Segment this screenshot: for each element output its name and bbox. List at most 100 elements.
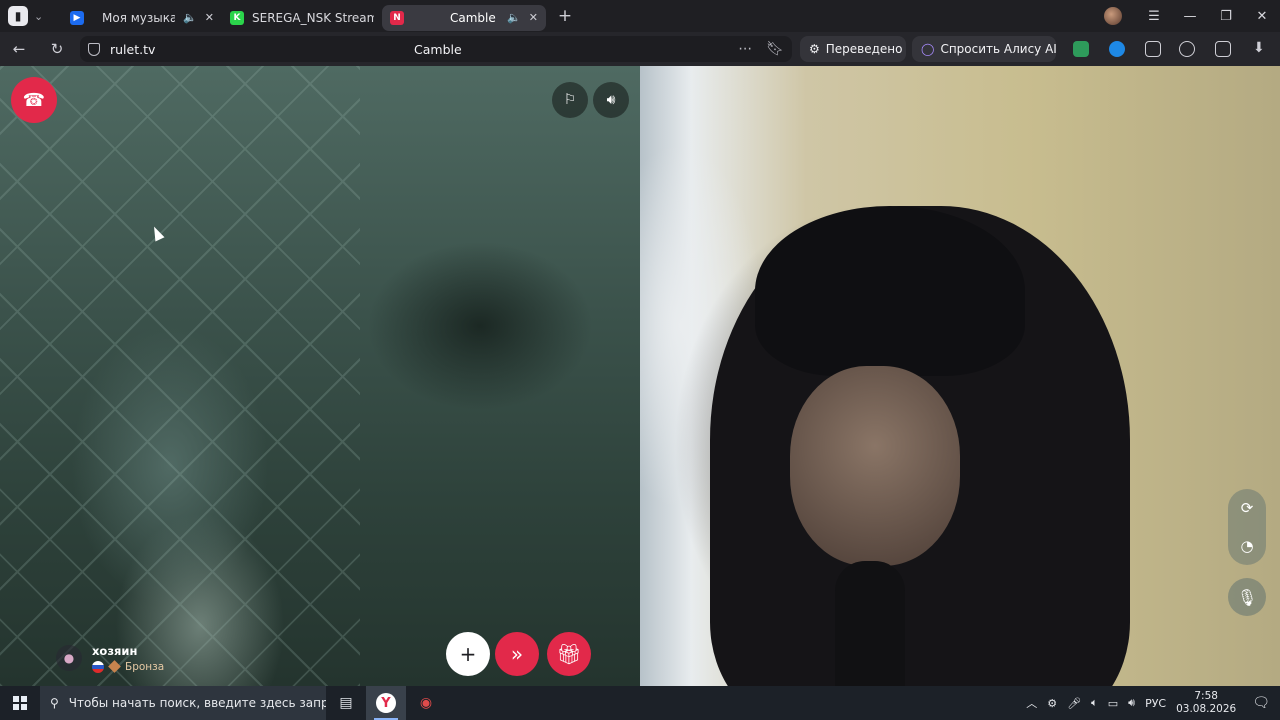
filter-button[interactable]: ◔ [1228,527,1266,565]
tab-close-icon[interactable]: ✕ [205,11,214,24]
ask-alice-button[interactable]: ◯ Спросить Алису AI [912,36,1057,62]
minimize-icon[interactable]: — [1172,9,1208,24]
system-tray: ︿ ⚙ 🎤︎ 🔈︎ ▭ 🔊︎ РУС 7:58 03.08.2026 🗨︎ [1026,686,1280,720]
address-actions: ⋯ 🔖︎ [738,41,784,57]
tab-close-icon[interactable]: ✕ [529,11,538,24]
task-view-button[interactable]: ▤ [326,686,366,720]
face-shape [790,366,960,566]
pinned-favicon-icon: ▶ [70,10,84,25]
partner-rank: Бронза [125,660,165,673]
windows-taskbar: ⚲ Чтобы начать поиск, введите здесь запр… [0,686,1280,720]
clock[interactable]: 7:58 03.08.2026 [1176,690,1236,716]
tab-camble[interactable]: N Camble 🔈 ✕ [382,4,546,31]
phone-hangup-icon: ☎ [22,89,46,111]
tab-pinned[interactable]: ▶ [60,5,94,31]
search-icon: ⚲ [50,696,59,710]
partner-video [0,66,640,686]
protect-extension-icon[interactable] [1073,41,1089,57]
collections-icon[interactable] [1215,41,1231,57]
address-field[interactable]: rulet.tv Camble ⋯ 🔖︎ [80,36,792,62]
volume-button[interactable]: 🔊︎ [593,82,629,118]
speaker-icon: 🔊︎ [606,92,616,108]
sound-icon[interactable]: 🔊︎ [1128,696,1135,710]
flag-icon: ⚐ [563,92,577,108]
close-window-icon[interactable]: ✕ [1244,9,1280,24]
extensions-icon[interactable] [1145,41,1161,57]
language-indicator[interactable]: РУС [1145,697,1166,710]
tab-label: SEREGA_NSK Stream - Wa [252,10,374,25]
sidebar-toggle-icon[interactable]: ▮ [8,6,28,26]
menu-icon[interactable]: ☰ [1136,9,1172,24]
alice-icon: ◯ [921,42,935,56]
clock-time: 7:58 [1194,690,1218,702]
microphone-button[interactable]: 🎙︎ [1228,578,1266,616]
russia-flag-icon [92,660,104,673]
downloads-icon[interactable]: ⬇ [1253,40,1265,56]
tab-music[interactable]: Моя музыка 🔈 ✕ [94,5,222,31]
tab-bar-system-area: ▮ ⌄ [0,0,60,32]
translate-icon: ⚙ [809,42,820,56]
tab-label: Моя музыка [102,10,176,25]
translated-label: Переведено [825,42,903,56]
camble-favicon-icon: N [390,10,404,25]
tab-audio-icon[interactable]: 🔈 [183,11,197,24]
recorder-icon: ◉ [419,695,433,711]
switch-camera-button[interactable]: ⟳ [1228,489,1266,527]
windows-logo-icon [13,696,27,710]
secure-shield-icon[interactable] [88,42,100,56]
microphone-icon: 🎙︎ [1236,587,1258,607]
media-control-icon[interactable] [1179,41,1195,57]
partner-details: хозяин Бронза [92,644,164,673]
tab-audio-icon[interactable]: 🔈 [507,11,521,24]
clock-icon: ◔ [1240,537,1254,555]
gift-button[interactable]: 🎁︎ [547,632,591,676]
bronze-rank-icon [108,660,121,673]
back-icon[interactable]: ← [0,40,38,58]
add-friend-button[interactable]: + [446,632,490,676]
address-bar-row: ← ↻ rulet.tv Camble ⋯ 🔖︎ ⚙ Переведено ◯ … [0,32,1280,66]
address-text: rulet.tv [110,41,156,57]
partner-avatar-icon: ● [56,645,82,671]
taskbar-yandex-browser[interactable]: Y [366,686,406,720]
yandex-browser-icon: Y [376,693,396,713]
taskbar-app-recorder[interactable]: ◉ [406,686,446,720]
shazam-extension-icon[interactable] [1109,41,1125,57]
page-title: Camble [414,41,462,57]
browser-window: ▮ ⌄ ▶ Моя музыка 🔈 ✕ K SEREGA_NSK Stream… [0,0,1280,720]
self-video [640,66,1280,686]
partner-name: хозяин [92,643,138,658]
reload-icon[interactable]: ↻ [38,40,76,58]
bookmark-icon[interactable]: 🔖︎ [766,41,784,57]
task-view-icon: ▤ [339,695,353,711]
microphone-prop [835,561,905,686]
network-icon[interactable]: ▭ [1108,697,1118,710]
next-partner-button[interactable]: » [495,632,539,676]
refresh-icon: ⟳ [1240,499,1254,517]
search-placeholder: Чтобы начать поиск, введите здесь запрос [68,696,326,710]
tray-chevron-icon[interactable]: ︿ [1026,695,1037,711]
tray-mic-icon[interactable]: 🎤︎ [1067,697,1081,710]
hat-shape [755,206,1025,376]
plus-icon: + [459,642,477,666]
more-icon[interactable]: ⋯ [738,41,752,57]
maximize-icon[interactable]: ❐ [1208,9,1244,24]
new-tab-button[interactable]: + [552,3,578,29]
notifications-icon[interactable]: 🗨︎ [1252,695,1270,711]
partner-info[interactable]: ● хозяин Бронза [56,636,164,680]
window-controls: ☰ — ❐ ✕ [1104,0,1280,32]
partner-meta: Бронза [92,660,165,673]
start-button[interactable] [0,686,40,720]
profile-avatar[interactable] [1104,7,1122,25]
tab-bar: ▮ ⌄ ▶ Моя музыка 🔈 ✕ K SEREGA_NSK Stream… [0,0,1280,32]
tab-stream[interactable]: K SEREGA_NSK Stream - Wa [222,5,382,31]
clock-date: 03.08.2026 [1176,703,1237,715]
ask-alice-label: Спросить Алису AI [940,42,1057,56]
report-button[interactable]: ⚐ [552,82,588,118]
translated-button[interactable]: ⚙ Переведено [800,36,906,62]
taskbar-search[interactable]: ⚲ Чтобы начать поиск, введите здесь запр… [40,686,326,720]
tray-app-icon[interactable]: ⚙ [1047,697,1057,710]
background-pattern [0,66,360,686]
hangup-button[interactable]: ☎ [11,77,57,123]
speaker-tray-icon[interactable]: 🔈︎ [1091,696,1098,710]
tab-list-chevron-icon[interactable]: ⌄ [34,10,43,23]
